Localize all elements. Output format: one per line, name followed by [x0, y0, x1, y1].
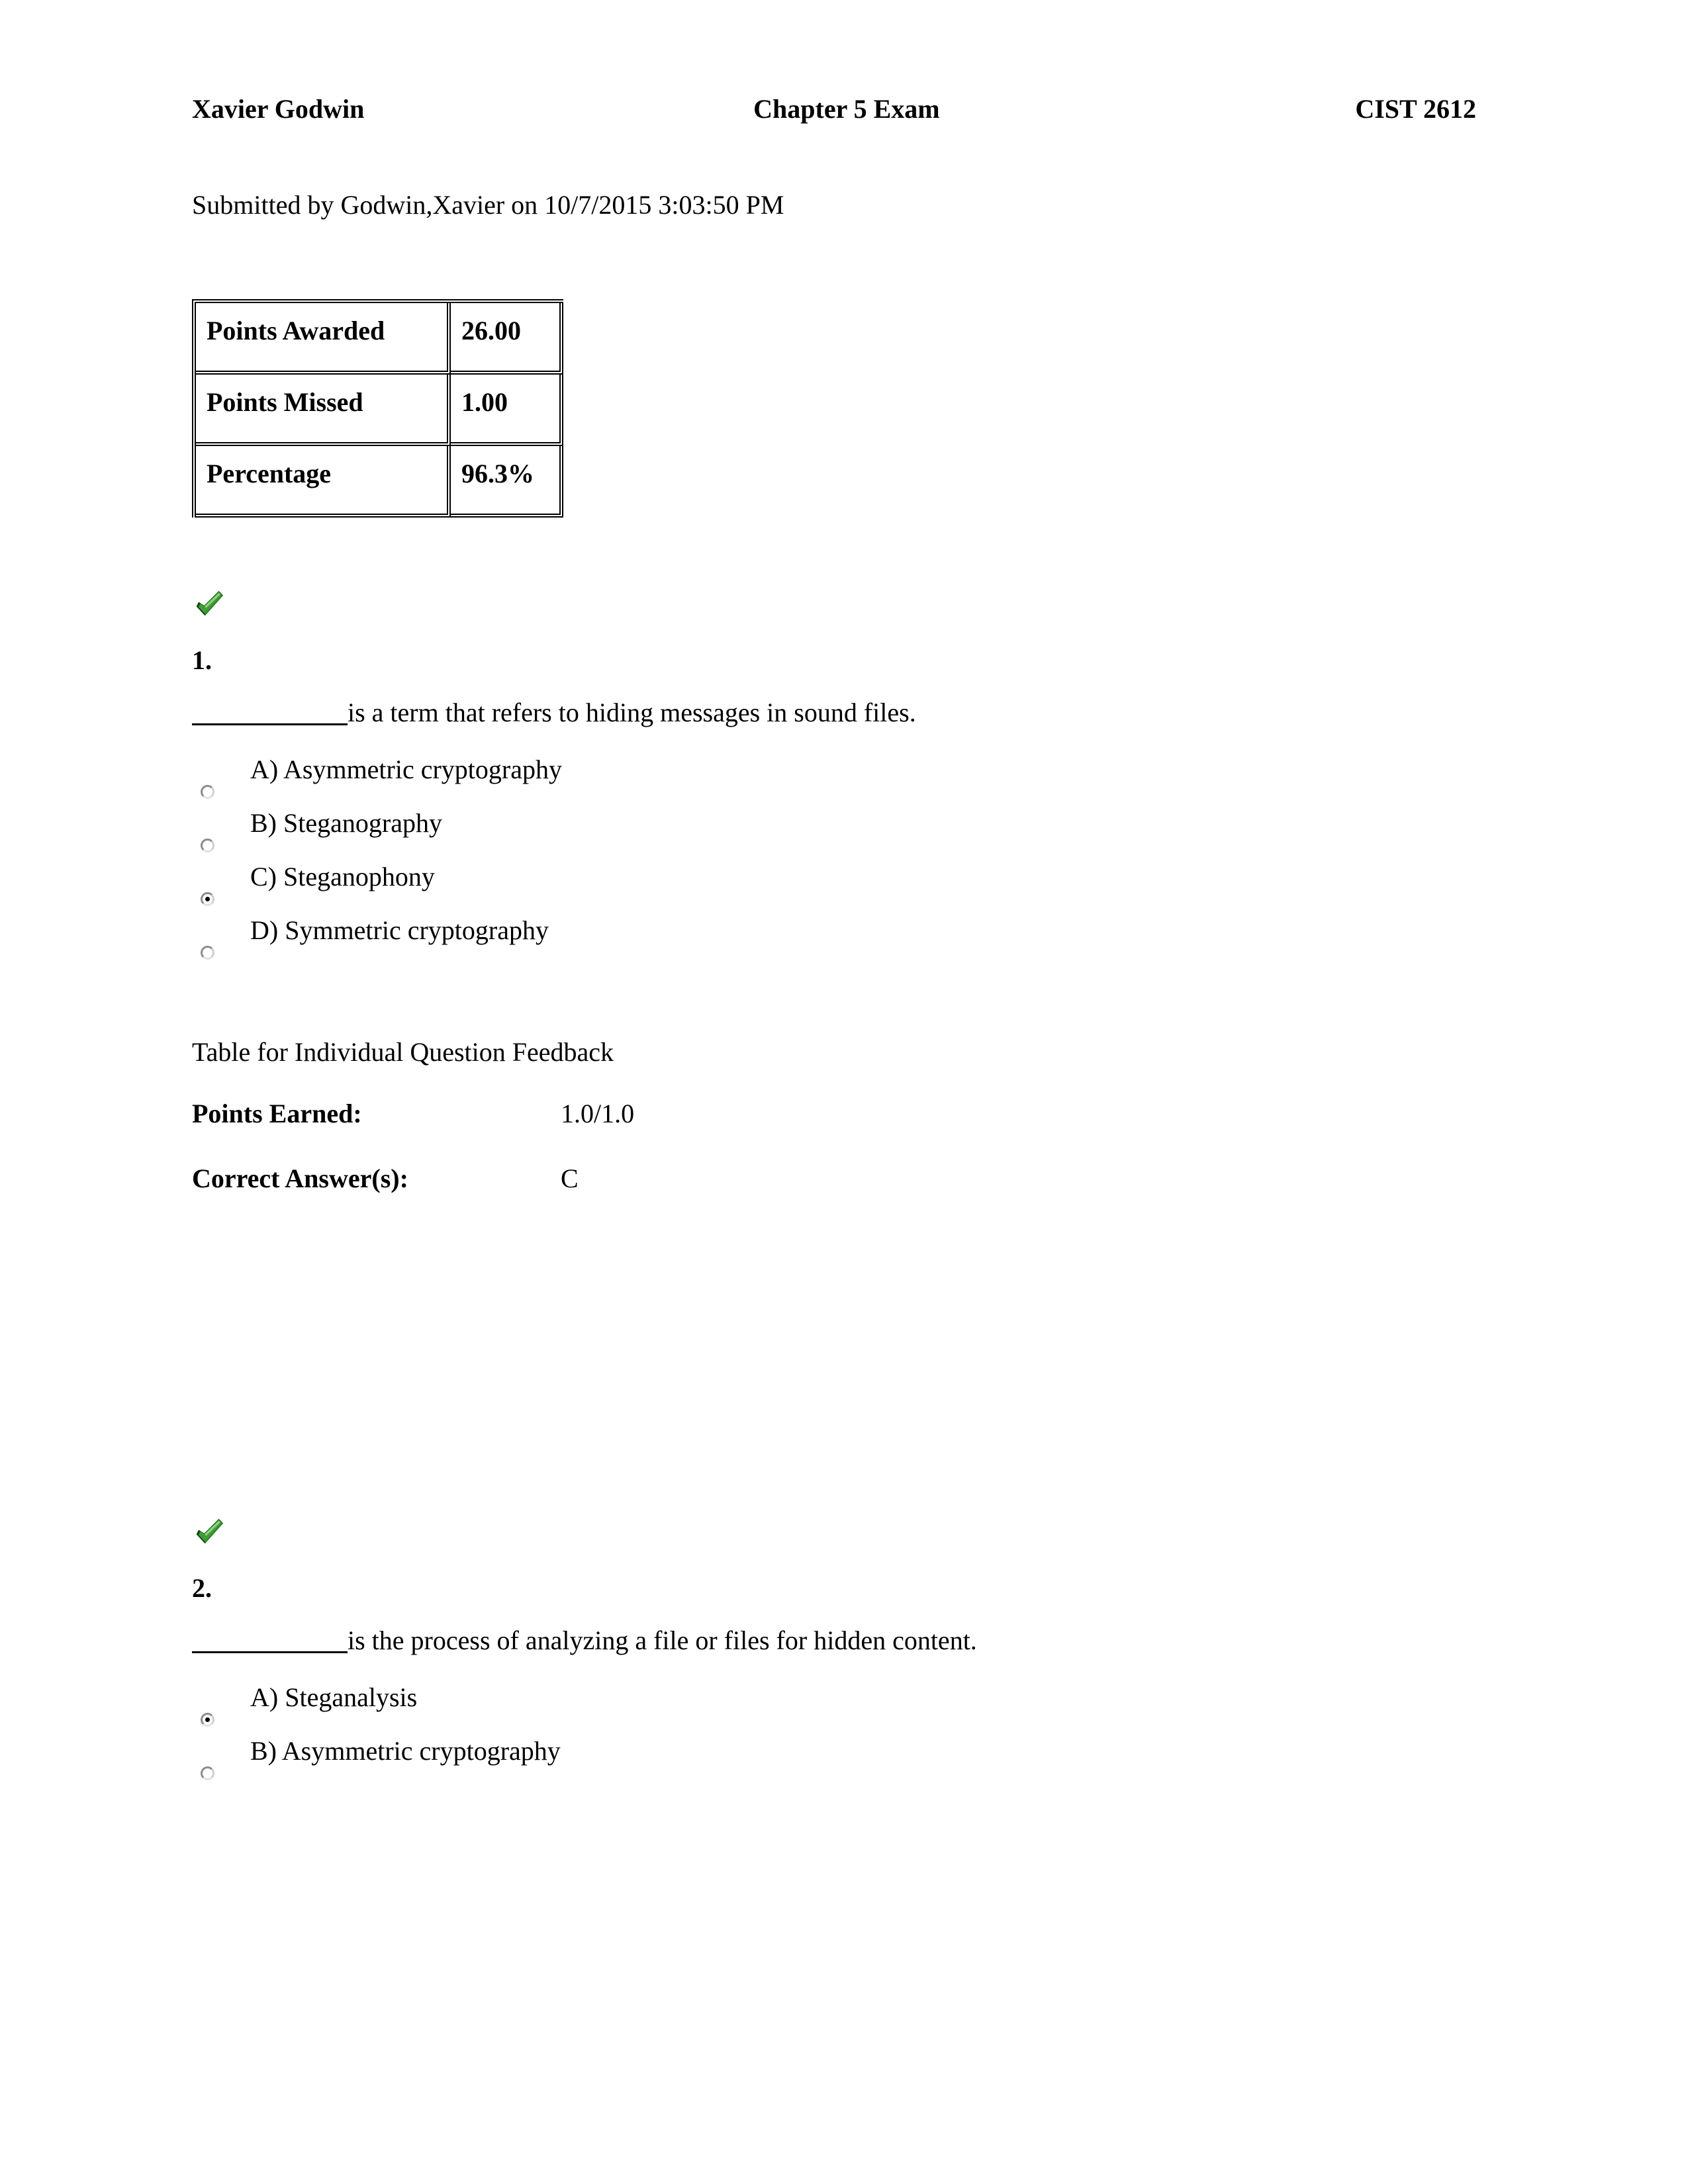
radio-unselected-icon[interactable] — [201, 1766, 214, 1780]
correct-answer-row: Correct Answer(s): C — [192, 1165, 1476, 1198]
radio-unselected-icon[interactable] — [201, 785, 214, 799]
percentage-label: Percentage — [196, 446, 451, 518]
document-header: Xavier Godwin Chapter 5 Exam CIST 2612 — [192, 96, 1476, 122]
answer-blank — [192, 1651, 348, 1653]
percentage-value: 96.3% — [451, 446, 563, 518]
question-prompt-text: is a term that refers to hiding messages… — [348, 698, 916, 727]
points-awarded-label: Points Awarded — [196, 303, 451, 375]
points-missed-label: Points Missed — [196, 375, 451, 446]
option-label-c: C) Steganophony — [250, 862, 435, 891]
question-block-2: 2. is the process of analyzing a file or… — [192, 1514, 1476, 1792]
option-row-d[interactable]: D) Symmetric cryptography — [192, 917, 1476, 971]
radio-selected-icon[interactable] — [201, 892, 214, 906]
option-label-b: B) Steganography — [250, 808, 442, 838]
table-row: Percentage 96.3% — [196, 446, 563, 518]
question-block-1: 1. is a term that refers to hiding messa… — [192, 586, 1476, 1198]
question-prompt-text: is the process of analyzing a file or fi… — [348, 1625, 977, 1655]
answer-blank — [192, 723, 348, 725]
points-awarded-value: 26.00 — [451, 303, 563, 375]
question-number: 1. — [192, 645, 212, 675]
points-earned-value: 1.0/1.0 — [561, 1099, 635, 1128]
score-summary-table: Points Awarded 26.00 Points Missed 1.00 … — [192, 299, 563, 518]
option-row-b[interactable]: B) Asymmetric cryptography — [192, 1738, 1476, 1792]
correct-answer-label: Correct Answer(s): — [192, 1163, 408, 1193]
points-earned-row: Points Earned: 1.0/1.0 — [192, 1101, 1476, 1133]
green-check-icon — [196, 1518, 224, 1544]
radio-unselected-icon[interactable] — [201, 946, 214, 960]
feedback-table-caption: Table for Individual Question Feedback — [192, 1037, 614, 1067]
option-label-b: B) Asymmetric cryptography — [250, 1736, 561, 1766]
question-prompt: is a term that refers to hiding messages… — [192, 700, 1476, 726]
points-earned-label: Points Earned: — [192, 1099, 362, 1128]
question-prompt: is the process of analyzing a file or fi… — [192, 1627, 1476, 1654]
submission-line: Submitted by Godwin,Xavier on 10/7/2015 … — [192, 190, 784, 220]
exam-title: Chapter 5 Exam — [753, 94, 940, 124]
radio-selected-icon[interactable] — [201, 1713, 214, 1727]
question-number: 2. — [192, 1573, 212, 1603]
points-missed-value: 1.00 — [451, 375, 563, 446]
table-row: Points Awarded 26.00 — [196, 303, 563, 375]
option-row-c[interactable]: C) Steganophony — [192, 864, 1476, 917]
green-check-icon — [196, 590, 224, 616]
correct-answer-value: C — [561, 1163, 579, 1193]
option-row-a[interactable]: A) Steganalysis — [192, 1684, 1476, 1738]
exam-document-page: Xavier Godwin Chapter 5 Exam CIST 2612 S… — [0, 0, 1688, 2184]
course-code: CIST 2612 — [1355, 94, 1476, 124]
option-label-d: D) Symmetric cryptography — [250, 915, 549, 945]
option-row-b[interactable]: B) Steganography — [192, 810, 1476, 864]
radio-unselected-icon[interactable] — [201, 839, 214, 852]
option-label-a: A) Steganalysis — [250, 1682, 418, 1712]
table-row: Points Missed 1.00 — [196, 375, 563, 446]
option-label-a: A) Asymmetric cryptography — [250, 754, 562, 784]
option-row-a[interactable]: A) Asymmetric cryptography — [192, 756, 1476, 810]
